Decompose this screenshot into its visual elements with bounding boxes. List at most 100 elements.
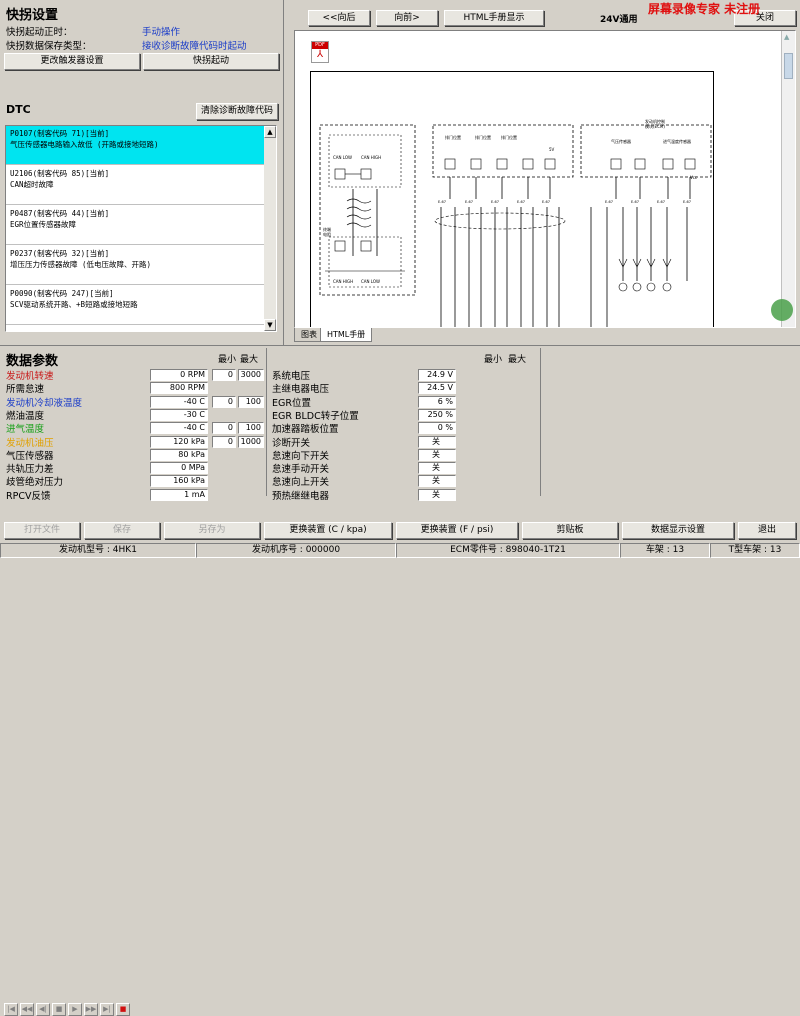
param-name: 加速器踏板位置 [272, 424, 339, 436]
status-ecm-part: ECM零件号 : 898040-1T21 [396, 543, 620, 558]
clipboard-button[interactable]: 剪贴板 [522, 522, 618, 539]
step-back-icon[interactable]: ◀| [36, 1003, 50, 1016]
dtc-scrollbar[interactable]: ▲ ▼ [264, 126, 276, 331]
dtc-list[interactable]: P0107(制客代码 71)[当前] 气压传感器电路输入故低 (开路或接地短路)… [5, 125, 277, 332]
switch-unit-c-kpa-button[interactable]: 更换装置 (C / kpa) [264, 522, 392, 539]
dtc-desc: 增压压力传感器故障 (低电压故障、开路) [10, 260, 152, 269]
svg-text:气压传感器: 气压传感器 [611, 138, 631, 144]
param-value: -30 C [150, 408, 208, 421]
param-value: 24.9 V [418, 369, 456, 381]
prev-frame-icon[interactable]: ◀◀ [20, 1003, 34, 1016]
param-value: -40 C [150, 395, 208, 408]
svg-text:CAN HIGH: CAN HIGH [361, 155, 381, 160]
param-max-input[interactable]: 100 [238, 422, 264, 435]
tab-html-manual[interactable]: HTML手册 [320, 328, 373, 342]
svg-text:进气温度传感器: 进气温度传感器 [663, 138, 691, 144]
scroll-up-arrow-icon[interactable]: ▲ [784, 33, 793, 42]
dtc-item[interactable]: P0090(制客代码 247)[当前] SCV驱动系统开路、+B短路或接地短路 [6, 286, 276, 325]
param-value: 0 % [418, 422, 456, 435]
status-frame: 车架 : 13 [620, 543, 710, 558]
param-name: EGR位置 [272, 397, 311, 409]
param-max-input[interactable]: 1000 [238, 435, 264, 448]
param-min-input[interactable]: 0 [212, 395, 236, 408]
svg-text:5V: 5V [549, 147, 555, 152]
param-value: 1 mA [150, 488, 208, 501]
param-value: 800 RPM [150, 382, 208, 395]
snapshot-panel: 快拐设置 快拐起动正时： 手动操作 快拐数据保存类型： 接收诊断故障代码时起动 … [0, 0, 283, 75]
cursor-indicator-icon [771, 299, 793, 321]
first-frame-icon[interactable]: |◀ [4, 1003, 18, 1016]
param-max-input[interactable]: 3000 [238, 369, 264, 381]
save-as-button[interactable]: 另存为 [164, 522, 260, 539]
params-panel: 数据参数 最小 最大 最小 最大 发动机转速 0 RPM 0 3000 所需怠速 800 … [0, 346, 800, 502]
back-button[interactable]: <<向后 [308, 10, 370, 26]
document-scrollbar[interactable]: ▲ [781, 31, 795, 327]
svg-text:排门位置: 排门位置 [501, 134, 517, 140]
snapshot-start-button[interactable]: 快拐起动 [143, 53, 279, 70]
dtc-desc: CAN超时故障 [10, 180, 54, 189]
param-value: 160 kPa [150, 475, 208, 488]
dtc-desc: EGR位置传感器故障 [10, 220, 77, 229]
manual-viewer: <<向后 向前> HTML手册显示 24V通用 关闭 屏幕录像专家 未注册 PD… [283, 0, 800, 345]
snapshot-start-value: 手动操作 [142, 27, 181, 38]
dtc-item[interactable]: P0487(制客代码 44)[当前] EGR位置传感器故障 [6, 206, 276, 245]
snapshot-save-value: 接收诊断故障代码时起动 [142, 41, 247, 52]
svg-text:排门位置: 排门位置 [475, 134, 491, 140]
dtc-item[interactable]: P0237(制客代码 32)[当前] 增压压力传感器故障 (低电压故障、开路) [6, 246, 276, 285]
param-name: 主继电器电压 [272, 384, 330, 396]
exit-button[interactable]: 退出 [738, 522, 796, 539]
column-divider [540, 348, 541, 496]
svg-text:E-67: E-67 [657, 200, 665, 204]
max-header-left: 最大 [240, 355, 259, 365]
param-min-input[interactable]: 0 [212, 422, 236, 435]
param-name: 怠速向下开关 [272, 450, 330, 462]
svg-text:Vcc: Vcc [690, 175, 697, 180]
svg-text:电阻: 电阻 [323, 231, 331, 237]
param-value: 关 [418, 448, 456, 461]
change-trigger-button[interactable]: 更改触发器设置 [4, 53, 140, 70]
dtc-panel: DTC 清除诊断故障代码 P0107(制客代码 71)[当前] 气压传感器电路输… [0, 98, 283, 338]
open-file-button[interactable]: 打开文件 [4, 522, 80, 539]
html-manual-button[interactable]: HTML手册显示 [444, 10, 544, 26]
forward-button[interactable]: 向前> [376, 10, 438, 26]
param-value: 关 [418, 488, 456, 501]
param-max-input[interactable]: 100 [238, 395, 264, 408]
param-value: 0 MPa [150, 462, 208, 475]
param-name: 进气温度 [6, 424, 45, 436]
param-name: 所需怠速 [6, 384, 45, 396]
param-name: 发动机冷却液温度 [6, 397, 83, 409]
dtc-desc: 气压传感器电路输入故低 (开路或接地短路) [10, 140, 159, 149]
dtc-item[interactable]: U2106(制客代码 85)[当前] CAN超时故障 [6, 166, 276, 205]
save-button[interactable]: 保存 [84, 522, 160, 539]
fast-forward-icon[interactable]: ▶▶ [84, 1003, 98, 1016]
status-engine-serial: 发动机序号 : 000000 [196, 543, 396, 558]
record-icon[interactable]: ■ [116, 1003, 130, 1016]
scroll-up-arrow-icon[interactable]: ▲ [264, 126, 276, 138]
param-name: 歧管绝对压力 [6, 477, 64, 489]
dtc-code: P0487(制客代码 44)[当前] [10, 209, 110, 218]
scroll-down-arrow-icon[interactable]: ▼ [264, 319, 276, 331]
clear-dtc-button[interactable]: 清除诊断故障代码 [196, 103, 278, 120]
stop-icon[interactable]: ■ [52, 1003, 66, 1016]
svg-text:E-67: E-67 [517, 200, 525, 204]
params-title: 数据参数 [6, 354, 59, 369]
switch-unit-f-psi-button[interactable]: 更换装置 (F / psi) [396, 522, 518, 539]
data-display-settings-button[interactable]: 数据显示设置 [622, 522, 734, 539]
param-value: 关 [418, 462, 456, 475]
scroll-thumb[interactable] [784, 53, 793, 79]
svg-text:E-67: E-67 [438, 200, 446, 204]
playback-bar: |◀ ◀◀ ◀| ■ ▶ ▶▶ ▶| ■ [0, 500, 800, 1016]
manual-document[interactable]: PDF ⅄ CAN LOW CAN HIGH CAN HIGH CAN LOW … [294, 30, 796, 328]
param-value: 关 [418, 475, 456, 488]
dtc-item[interactable]: P0107(制客代码 71)[当前] 气压传感器电路输入故低 (开路或接地短路) [6, 126, 276, 165]
param-name: 怠速手动开关 [272, 464, 330, 476]
svg-text:CAN LOW: CAN LOW [361, 279, 380, 284]
param-name: EGR BLDC转子位置 [272, 410, 359, 422]
snapshot-start-label: 快拐起动正时： [6, 27, 73, 38]
param-min-input[interactable]: 0 [212, 435, 236, 448]
last-frame-icon[interactable]: ▶| [100, 1003, 114, 1016]
play-icon[interactable]: ▶ [68, 1003, 82, 1016]
param-name: 气压传感器 [6, 450, 54, 462]
param-min-input[interactable]: 0 [212, 369, 236, 381]
svg-text:E-67: E-67 [465, 200, 473, 204]
